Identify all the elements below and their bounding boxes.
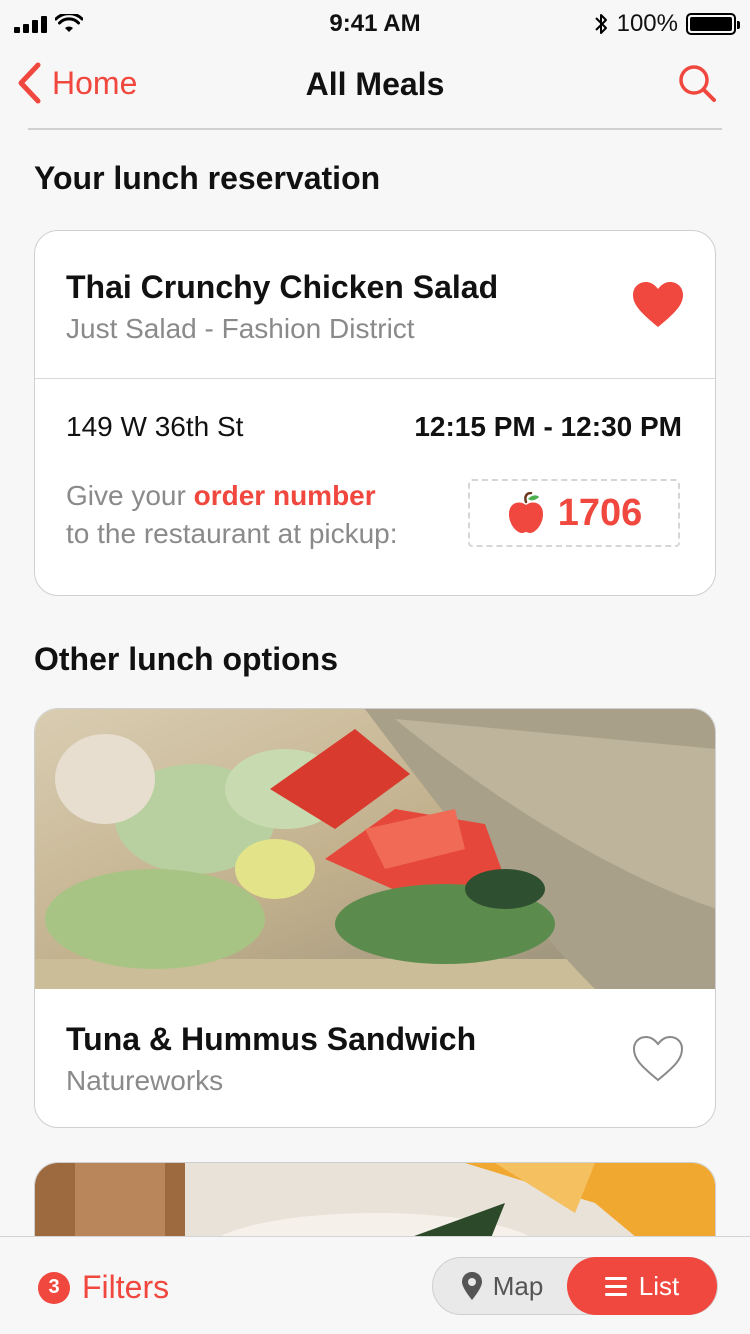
list-label: List bbox=[638, 1270, 680, 1301]
reservation-section-title: Your lunch reservation bbox=[34, 160, 381, 196]
nav-divider bbox=[28, 128, 722, 130]
options-section-title: Other lunch options bbox=[34, 641, 338, 677]
instruction-suffix: to the restaurant at pickup: bbox=[66, 518, 398, 549]
filter-count-badge: 3 bbox=[38, 1271, 70, 1304]
apple-icon bbox=[508, 492, 543, 533]
filters-label: Filters bbox=[82, 1269, 170, 1305]
favorite-button[interactable] bbox=[631, 281, 685, 329]
status-left bbox=[14, 14, 83, 34]
search-button[interactable] bbox=[676, 62, 720, 106]
list-icon bbox=[604, 1276, 627, 1296]
pickup-instruction-line-1: Give your order number bbox=[66, 477, 398, 515]
battery-icon bbox=[686, 13, 740, 35]
instruction-highlight: order number bbox=[193, 480, 376, 511]
cellular-signal-icon bbox=[14, 15, 47, 33]
heart-filled-icon bbox=[633, 282, 683, 327]
filters-button[interactable]: 3 Filters bbox=[38, 1269, 169, 1306]
reservation-restaurant: Just Salad - Fashion District bbox=[66, 313, 415, 344]
wifi-icon bbox=[55, 14, 83, 32]
option-restaurant: Natureworks bbox=[66, 1065, 224, 1096]
sandwich-photo bbox=[35, 709, 715, 989]
order-number: 1706 bbox=[557, 491, 643, 534]
map-label: Map bbox=[492, 1270, 544, 1301]
pickup-instruction: Give your order number to the restaurant… bbox=[66, 477, 398, 553]
reservation-card[interactable]: Thai Crunchy Chicken Salad Just Salad - … bbox=[34, 230, 716, 596]
reservation-meal-name: Thai Crunchy Chicken Salad bbox=[66, 269, 499, 305]
pickup-time-window: 12:15 PM - 12:30 PM bbox=[414, 411, 682, 442]
map-view-button[interactable]: Map bbox=[433, 1258, 571, 1314]
pickup-address: 149 W 36th St bbox=[66, 411, 244, 442]
status-right: 100% bbox=[593, 10, 740, 38]
list-view-button[interactable]: List bbox=[567, 1257, 717, 1315]
navigation-bar: Home All Meals bbox=[0, 48, 750, 128]
back-button[interactable]: Home bbox=[16, 62, 137, 104]
search-icon bbox=[679, 65, 716, 102]
reservation-card-header: Thai Crunchy Chicken Salad Just Salad - … bbox=[35, 231, 715, 379]
chevron-left-icon bbox=[18, 62, 41, 104]
option-meal-name: Tuna & Hummus Sandwich bbox=[66, 1021, 477, 1057]
favorite-button[interactable] bbox=[631, 1035, 685, 1083]
bluetooth-icon bbox=[594, 14, 607, 34]
instruction-prefix: Give your bbox=[66, 480, 194, 511]
back-label: Home bbox=[52, 64, 138, 101]
order-number-ticket: 1706 bbox=[468, 479, 680, 547]
meal-option-card[interactable]: Tuna & Hummus Sandwich Natureworks bbox=[34, 708, 716, 1128]
map-pin-icon bbox=[461, 1272, 482, 1300]
battery-level bbox=[690, 17, 732, 31]
status-bar: 9:41 AM 100% bbox=[0, 0, 750, 48]
bottom-toolbar: 3 Filters Map List bbox=[0, 1236, 750, 1334]
heart-outline-icon bbox=[632, 1035, 684, 1082]
battery-percent: 100% bbox=[616, 10, 678, 37]
view-toggle: Map List bbox=[432, 1257, 718, 1315]
